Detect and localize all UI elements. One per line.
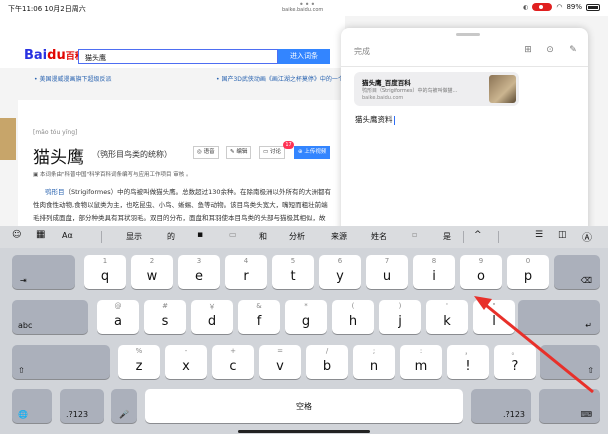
arrow-line bbox=[481, 300, 594, 394]
annotation-arrow bbox=[474, 296, 594, 394]
